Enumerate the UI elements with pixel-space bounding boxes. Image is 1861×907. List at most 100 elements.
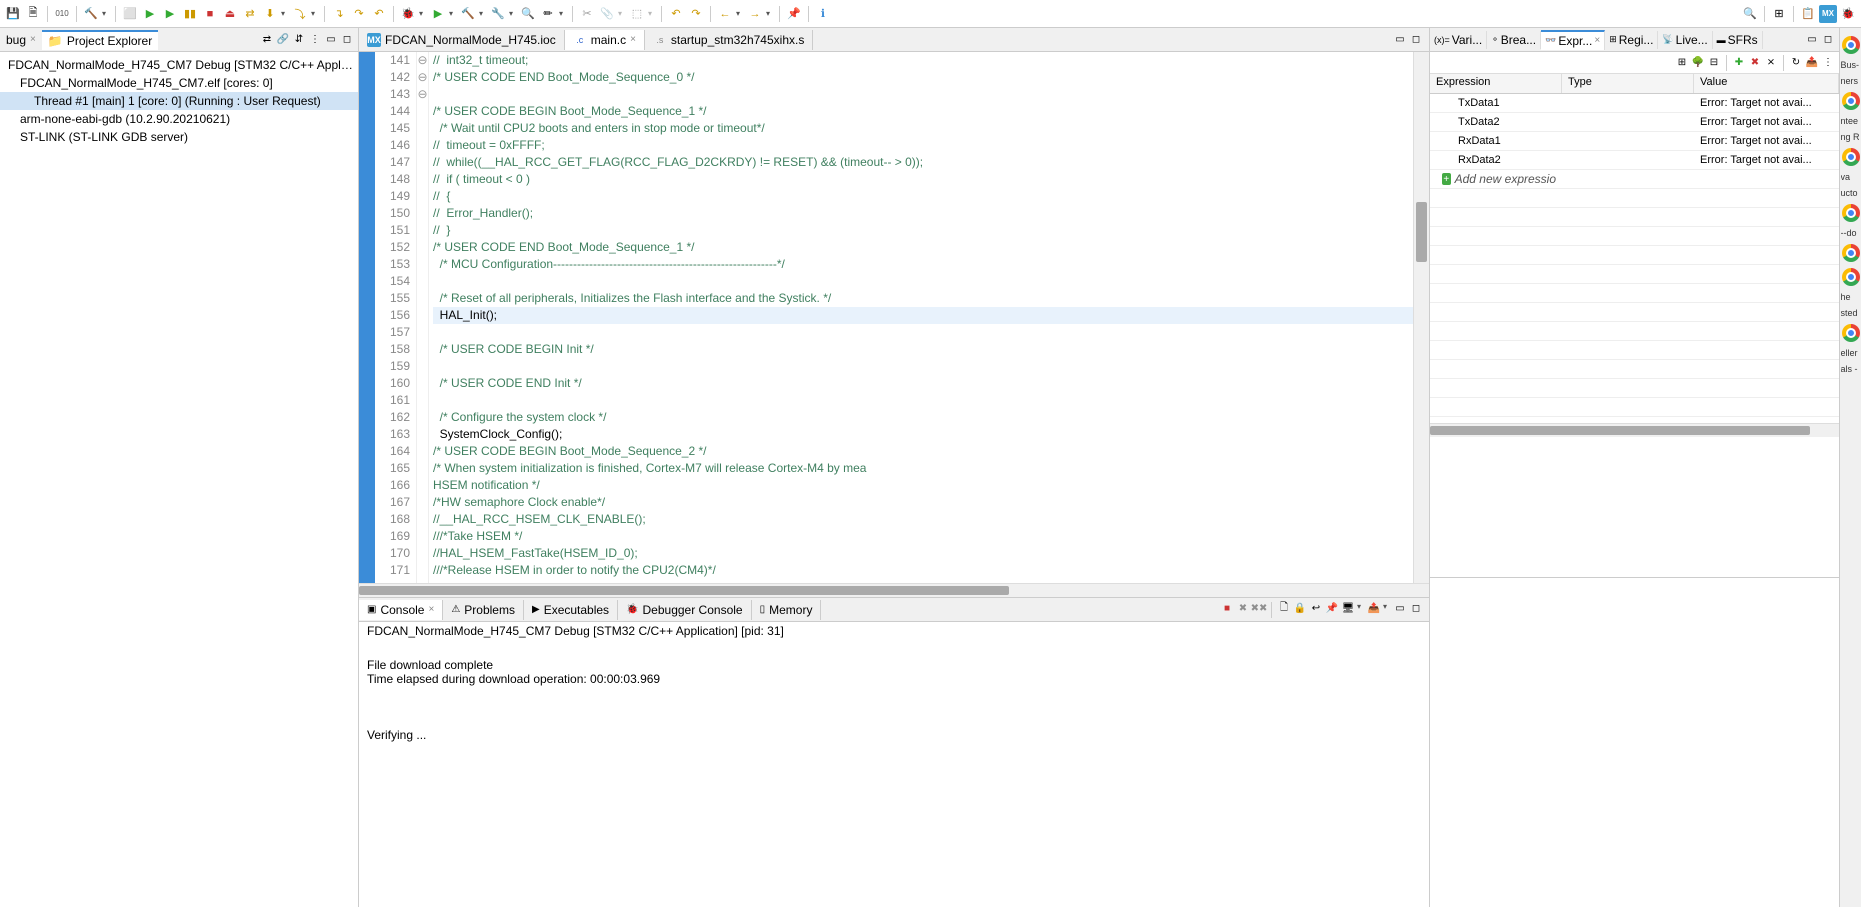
cpp-perspective-icon[interactable]: 📋 [1799, 5, 1817, 23]
binary-icon[interactable]: 010 [53, 5, 71, 23]
editor-tab[interactable]: .sstartup_stm32h745xihx.s [645, 30, 813, 50]
min2-icon[interactable]: ▭ [1393, 602, 1407, 616]
new-expr-icon[interactable]: ⊞ [1675, 56, 1689, 70]
chrome-icon[interactable] [1842, 324, 1860, 342]
close-icon[interactable]: × [630, 34, 636, 45]
expressions-grid[interactable]: TxData1Error: Target not avai...TxData2E… [1430, 94, 1839, 423]
chrome-icon[interactable] [1842, 244, 1860, 262]
run-last-icon[interactable]: 🔨 [459, 5, 477, 23]
export-icon[interactable]: 📤 [1805, 56, 1819, 70]
col-type[interactable]: Type [1562, 74, 1694, 93]
pin2-icon[interactable]: 📌 [1325, 602, 1339, 616]
save-icon[interactable]: 💾 [4, 5, 22, 23]
focus-icon[interactable]: ⇵ [292, 33, 306, 47]
view-tab[interactable]: ▬SFRs [1713, 31, 1763, 49]
breakpoint-bar[interactable] [359, 52, 375, 583]
debug-icon[interactable]: 🐞 [399, 5, 417, 23]
next-icon[interactable]: ↷ [687, 5, 705, 23]
expression-row[interactable]: TxData1Error: Target not avai... [1430, 94, 1839, 113]
skip-icon[interactable]: ▶ [141, 5, 159, 23]
tree-item[interactable]: Thread #1 [main] 1 [core: 0] (Running : … [0, 92, 358, 110]
step-over-icon[interactable]: ⤵ [291, 5, 309, 23]
paste-icon[interactable]: 📎 [598, 5, 616, 23]
view-tab[interactable]: 📡Live... [1658, 31, 1712, 49]
bottom-tab[interactable]: ▯Memory [752, 600, 822, 620]
scroll-lock-icon[interactable]: 🔒 [1293, 602, 1307, 616]
max2-icon[interactable]: ◻ [1409, 602, 1423, 616]
close-icon[interactable]: × [1594, 35, 1600, 46]
bottom-tab[interactable]: ⚠Problems [443, 600, 524, 620]
remove-all-icon[interactable]: ✖✖ [1252, 602, 1266, 616]
editor-tab[interactable]: .cmain.c× [565, 30, 645, 50]
step-over2-icon[interactable]: ↷ [350, 5, 368, 23]
back-icon[interactable]: ← [716, 5, 734, 23]
tree-item[interactable]: ST-LINK (ST-LINK GDB server) [0, 128, 358, 146]
chrome-icon[interactable] [1842, 268, 1860, 286]
prev-icon[interactable]: ↶ [667, 5, 685, 23]
step-into-icon[interactable]: ⬇ [261, 5, 279, 23]
view-tab[interactable]: (x)=Vari... [1430, 31, 1487, 49]
debug-tree[interactable]: FDCAN_NormalMode_H745_CM7 Debug [STM32 C… [0, 52, 358, 907]
disconnect-icon[interactable]: ⏏ [221, 5, 239, 23]
perspective-icon[interactable]: ⊞ [1770, 5, 1788, 23]
right-hscroll[interactable] [1430, 423, 1839, 437]
chrome-icon[interactable] [1842, 148, 1860, 166]
step-mode-icon[interactable]: ⇄ [241, 5, 259, 23]
bottom-tab[interactable]: 🐞Debugger Console [618, 600, 752, 620]
mx-perspective-icon[interactable]: MX [1819, 5, 1837, 23]
debug-perspective-icon[interactable]: 🐞 [1839, 5, 1857, 23]
max-icon[interactable]: ◻ [1409, 33, 1423, 47]
tree-item[interactable]: FDCAN_NormalMode_H745_CM7.elf [cores: 0] [0, 74, 358, 92]
search2-icon[interactable]: 🔍 [1741, 5, 1759, 23]
col-expression[interactable]: Expression [1430, 74, 1562, 93]
step-into2-icon[interactable]: ↴ [330, 5, 348, 23]
vertical-scrollbar[interactable] [1413, 52, 1429, 583]
terminate-icon[interactable]: ■ [201, 5, 219, 23]
remove-all2-icon[interactable]: ⨯ [1764, 56, 1778, 70]
tree-item[interactable]: FDCAN_NormalMode_H745_CM7 Debug [STM32 C… [0, 56, 358, 74]
code-area[interactable]: // int32_t timeout;/* USER CODE END Boot… [429, 52, 1413, 583]
min3-icon[interactable]: ▭ [1805, 33, 1819, 47]
fold-bar[interactable]: ⊖⊖⊖ [417, 52, 429, 583]
tree-icon[interactable]: 🌳 [1691, 56, 1705, 70]
expression-row[interactable]: RxData2Error: Target not avai... [1430, 151, 1839, 170]
menu2-icon[interactable]: ⋮ [1821, 56, 1835, 70]
display-icon[interactable]: 🖥 [1341, 602, 1355, 616]
remove2-icon[interactable]: ✖ [1748, 56, 1762, 70]
suspend-icon[interactable]: ▮▮ [181, 5, 199, 23]
pin-icon[interactable]: 📌 [785, 5, 803, 23]
word-wrap-icon[interactable]: ↩ [1309, 602, 1323, 616]
remove-icon[interactable]: ✖ [1236, 602, 1250, 616]
refresh-icon[interactable]: ↻ [1789, 56, 1803, 70]
debug-tab[interactable]: bug× [0, 31, 42, 49]
close-icon[interactable]: × [30, 34, 36, 45]
tree-item[interactable]: arm-none-eabi-gdb (10.2.90.20210621) [0, 110, 358, 128]
console-output[interactable]: File download completeTime elapsed durin… [359, 640, 1429, 907]
toggle-icon[interactable]: ⬚ [628, 5, 646, 23]
resume-icon[interactable]: ▶ [161, 5, 179, 23]
add-icon[interactable]: ✚ [1732, 56, 1746, 70]
collapse-icon[interactable]: ⇄ [260, 33, 274, 47]
add-expression[interactable]: +Add new expressio [1430, 171, 1562, 187]
ext-tools-icon[interactable]: 🔧 [489, 5, 507, 23]
view-tab[interactable]: ⚬Brea... [1487, 31, 1541, 49]
menu-icon[interactable]: ⋮ [308, 33, 322, 47]
info-icon[interactable]: ℹ [814, 5, 832, 23]
open-console-icon[interactable]: 📤 [1367, 602, 1381, 616]
view-tab[interactable]: 👓Expr...× [1541, 30, 1605, 50]
editor-tab[interactable]: MXFDCAN_NormalMode_H745.ioc [359, 30, 565, 50]
stop-icon[interactable]: ■ [1220, 602, 1234, 616]
expression-row[interactable]: RxData1Error: Target not avai... [1430, 132, 1839, 151]
view-tab[interactable]: ⊞Regi... [1605, 31, 1658, 49]
horizontal-scrollbar[interactable] [359, 583, 1429, 597]
clear-icon[interactable]: 🗋 [1277, 602, 1291, 616]
cut-icon[interactable]: ✂ [578, 5, 596, 23]
code-editor[interactable]: 1411421431441451461471481491501511521531… [359, 52, 1429, 583]
close-icon[interactable]: × [428, 604, 434, 615]
link-icon[interactable]: 🔗 [276, 33, 290, 47]
forward-icon[interactable]: → [746, 5, 764, 23]
wand-icon[interactable]: ✏ [539, 5, 557, 23]
chrome-icon[interactable] [1842, 92, 1860, 110]
bottom-tab[interactable]: ▶Executables [524, 600, 618, 620]
run-icon[interactable]: ▶ [429, 5, 447, 23]
